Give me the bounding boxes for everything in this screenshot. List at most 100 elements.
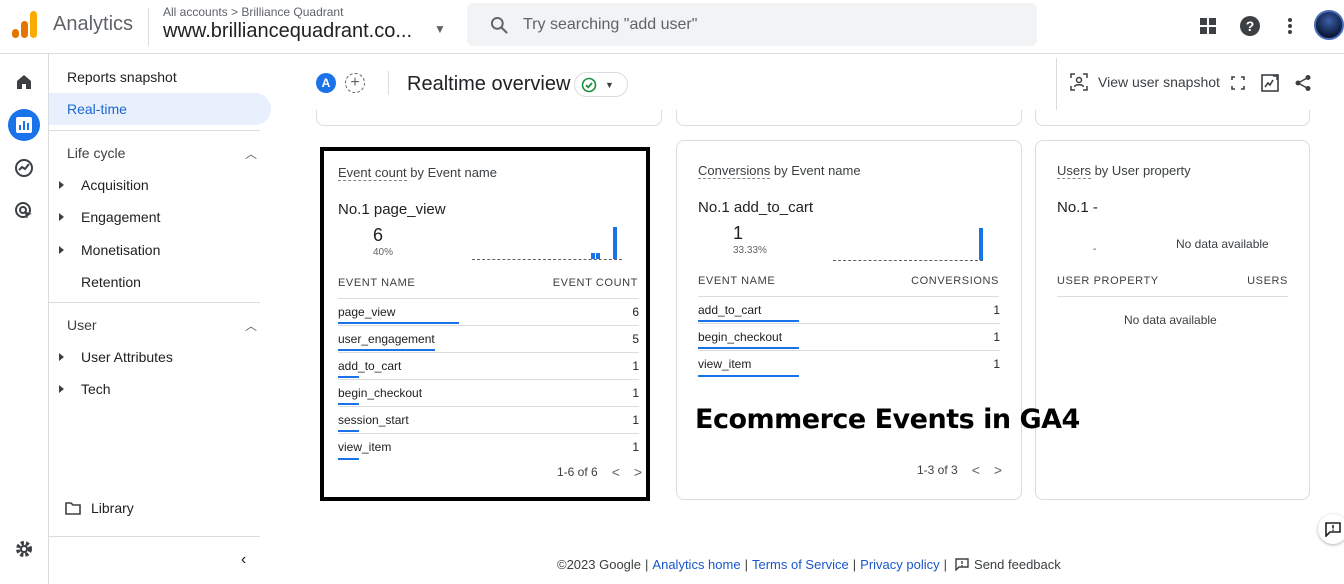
card-title[interactable]: Conversions by Event name bbox=[698, 163, 861, 179]
settings-gear-icon[interactable] bbox=[8, 533, 40, 565]
table-no-data-message: No data available bbox=[1124, 313, 1217, 327]
terms-of-service-link[interactable]: Terms of Service bbox=[752, 557, 849, 572]
caret-down-icon[interactable]: ▼ bbox=[434, 22, 446, 36]
sidebar-item-library[interactable]: Library bbox=[65, 500, 134, 516]
row-event-name: begin_checkout bbox=[338, 386, 423, 400]
section-heading-lifecycle[interactable]: Life cycle bbox=[67, 145, 125, 161]
feedback-floating-button[interactable] bbox=[1318, 514, 1344, 544]
sidebar-item-monetisation[interactable]: Monetisation bbox=[59, 242, 160, 258]
privacy-policy-link[interactable]: Privacy policy bbox=[860, 557, 939, 572]
view-user-snapshot-button[interactable]: View user snapshot bbox=[1070, 73, 1220, 91]
reports-icon[interactable] bbox=[8, 109, 40, 141]
column-header[interactable]: USERS bbox=[1247, 275, 1288, 287]
row-event-name: user_engagement bbox=[338, 332, 435, 346]
page-title: Realtime overview bbox=[407, 73, 571, 95]
expand-arrow-icon bbox=[59, 246, 64, 254]
expand-arrow-icon bbox=[59, 213, 64, 221]
footer-separator: | bbox=[744, 557, 748, 572]
chevron-up-icon[interactable]: ︿ bbox=[245, 317, 257, 334]
breadcrumb[interactable]: All accounts > Brilliance Quadrant bbox=[163, 5, 343, 19]
pagination: 1-6 of 6 < > bbox=[557, 464, 642, 480]
card-title[interactable]: Users by User property bbox=[1057, 163, 1191, 179]
chevron-right-icon[interactable]: > bbox=[634, 464, 642, 480]
search-input[interactable] bbox=[523, 12, 1003, 38]
analytics-home-link[interactable]: Analytics home bbox=[652, 557, 740, 572]
search-bar[interactable] bbox=[467, 3, 1037, 46]
divider bbox=[148, 8, 149, 46]
user-snapshot-icon bbox=[1070, 73, 1088, 91]
share-icon[interactable] bbox=[1292, 72, 1314, 94]
sidebar-item-realtime[interactable]: Real-time bbox=[49, 93, 271, 125]
nav-rail bbox=[0, 54, 49, 584]
card-title[interactable]: Event count by Event name bbox=[338, 165, 497, 181]
comparison-badge[interactable]: A bbox=[316, 73, 336, 93]
row-value: 1 bbox=[632, 413, 639, 427]
logo-bar-2 bbox=[21, 21, 28, 38]
chevron-right-icon[interactable]: > bbox=[994, 462, 1002, 478]
column-header: USER PROPERTY bbox=[1057, 275, 1159, 287]
divider bbox=[388, 71, 389, 95]
sidebar-item-engagement[interactable]: Engagement bbox=[59, 209, 160, 225]
avatar[interactable] bbox=[1314, 10, 1344, 40]
row-value: 6 bbox=[632, 305, 639, 319]
sidebar-item-retention[interactable]: Retention bbox=[59, 274, 141, 290]
app-name: Analytics bbox=[53, 13, 134, 35]
sidebar-item-acquisition[interactable]: Acquisition bbox=[59, 177, 149, 193]
top-item-value: 1 bbox=[733, 223, 744, 243]
table-row: add_to_cart 1 bbox=[698, 297, 1000, 324]
add-comparison-button[interactable]: + bbox=[345, 73, 365, 93]
column-header[interactable]: EVENT COUNT bbox=[553, 277, 638, 289]
sidebar-item-tech[interactable]: Tech bbox=[59, 381, 111, 397]
sparkline-bar bbox=[591, 253, 595, 259]
row-share-bar bbox=[338, 376, 359, 378]
top-bar: Analytics All accounts > Brilliance Quad… bbox=[0, 0, 1344, 54]
help-icon[interactable]: ? bbox=[1238, 14, 1262, 38]
feedback-icon bbox=[955, 558, 969, 571]
top-item: No.1 page_view bbox=[338, 201, 446, 218]
sidebar-item-reports-snapshot[interactable]: Reports snapshot bbox=[49, 61, 271, 93]
feedback-icon bbox=[1325, 521, 1341, 537]
chevron-left-icon[interactable]: < bbox=[972, 462, 980, 478]
table-row: begin_checkout 1 bbox=[698, 324, 1000, 351]
column-header[interactable]: CONVERSIONS bbox=[911, 275, 999, 287]
advertising-icon[interactable] bbox=[8, 195, 40, 227]
annotation-text: Ecommerce Events in GA4 bbox=[695, 404, 1080, 435]
top-item-percent: 33.33% bbox=[733, 245, 767, 256]
row-share-bar bbox=[338, 349, 435, 351]
report-header: A + Realtime overview ▼ View user snapsh… bbox=[296, 58, 1344, 110]
sidebar-item-label: Real-time bbox=[67, 101, 127, 117]
top-item-name: page_view bbox=[373, 201, 446, 218]
sidebar-item-label: Retention bbox=[81, 274, 141, 290]
account-selector[interactable]: www.brilliancequadrant.co... bbox=[163, 20, 412, 43]
top-item-value: 6 bbox=[373, 225, 384, 245]
expand-arrow-icon bbox=[59, 181, 64, 189]
sidebar-item-user-attributes[interactable]: User Attributes bbox=[59, 349, 173, 365]
table-row: add_to_cart 1 bbox=[338, 353, 639, 380]
card-above-partial bbox=[316, 110, 662, 126]
conversions-card: Conversions by Event name No.1 add_to_ca… bbox=[676, 140, 1022, 500]
data-quality-dropdown[interactable]: ▼ bbox=[574, 72, 628, 97]
fullscreen-icon[interactable] bbox=[1227, 72, 1249, 94]
row-value: 1 bbox=[632, 359, 639, 373]
send-feedback-link[interactable]: Send feedback bbox=[955, 557, 1061, 572]
sparkline-bar bbox=[596, 253, 600, 259]
chevron-left-icon[interactable]: < bbox=[612, 464, 620, 480]
footer-separator: | bbox=[645, 557, 649, 572]
apps-grid-icon[interactable] bbox=[1196, 14, 1220, 38]
analytics-logo[interactable] bbox=[12, 10, 38, 38]
more-vert-icon[interactable] bbox=[1278, 14, 1302, 38]
row-event-name: add_to_cart bbox=[338, 359, 402, 373]
section-heading-user[interactable]: User bbox=[67, 317, 97, 333]
card-above-partial bbox=[676, 110, 1022, 126]
home-icon[interactable] bbox=[8, 66, 40, 98]
table-row: session_start 1 bbox=[338, 407, 639, 434]
collapse-sidebar-chevron-icon[interactable]: ‹ bbox=[241, 551, 246, 569]
row-share-bar bbox=[698, 347, 799, 349]
divider bbox=[49, 130, 260, 131]
top-item: No.1 add_to_cart bbox=[698, 199, 813, 216]
explore-icon[interactable] bbox=[8, 152, 40, 184]
edit-chart-icon[interactable] bbox=[1259, 72, 1281, 94]
row-share-bar bbox=[338, 403, 359, 405]
chevron-up-icon[interactable]: ︿ bbox=[245, 145, 257, 162]
divider bbox=[1057, 296, 1288, 297]
